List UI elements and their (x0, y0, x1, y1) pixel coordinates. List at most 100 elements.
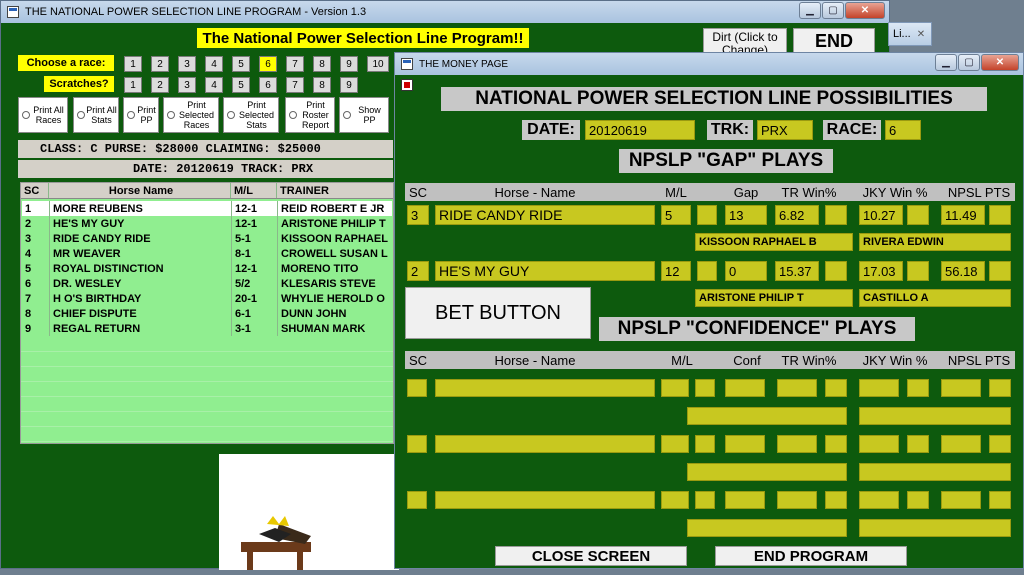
option-print-roster-report[interactable]: Print Roster Report (285, 97, 335, 133)
horse-grid-header: SC Horse Name M/L TRAINER (21, 183, 393, 199)
gap2-name: HE'S MY GUY (435, 261, 655, 281)
scratch-button-7[interactable]: 7 (286, 77, 304, 93)
conf2-b1 (695, 435, 715, 453)
conf1-b3 (907, 379, 929, 397)
race-label: RACE: (823, 120, 881, 140)
money-titlebar[interactable]: THE MONEY PAGE ▁ ▢ ✕ (395, 53, 1023, 75)
gap2-blank3 (907, 261, 929, 281)
close-button[interactable]: ✕ (845, 2, 885, 19)
gap1-sc: 3 (407, 205, 429, 225)
option-print-pp[interactable]: Print PP (123, 97, 159, 133)
col-horse-name: Horse Name (49, 183, 231, 198)
minimize-button[interactable]: ▁ (799, 2, 821, 19)
conf2-ml (661, 435, 689, 453)
conf-col-name: Horse - Name (494, 352, 576, 368)
logo-image (219, 454, 399, 570)
conf1-trainer (687, 407, 847, 425)
option-print-selected-stats[interactable]: Print Selected Stats (223, 97, 279, 133)
table-row[interactable]: 7 H O'S BIRTHDAY 20-1 WHYLIE HEROLD O (22, 291, 392, 306)
conf3-jky (859, 491, 899, 509)
scratch-button-4[interactable]: 4 (205, 77, 223, 93)
scratch-button-2[interactable]: 2 (151, 77, 169, 93)
race-button-7[interactable]: 7 (286, 56, 304, 72)
table-row[interactable]: 9 REGAL RETURN 3-1 SHUMAN MARK (22, 321, 392, 336)
gap2-gap: 0 (725, 261, 767, 281)
money-page-window: THE MONEY PAGE ▁ ▢ ✕ NATIONAL POWER SELE… (394, 52, 1024, 569)
gap2-jockey: CASTILLO A (859, 289, 1011, 307)
bet-button[interactable]: BET BUTTON (405, 287, 591, 339)
radio-icon (127, 111, 135, 119)
option-show-pp[interactable]: Show PP (339, 97, 389, 133)
gap-col-name: Horse - Name (494, 184, 576, 200)
money-close-button[interactable]: ✕ (981, 54, 1019, 71)
table-row[interactable]: 5 ROYAL DISTINCTION 12-1 MORENO TITO (22, 261, 392, 276)
radio-icon (227, 111, 235, 119)
race-button-3[interactable]: 3 (178, 56, 196, 72)
conf1-conf (725, 379, 765, 397)
scratch-button-3[interactable]: 3 (178, 77, 196, 93)
conf1-sc (407, 379, 427, 397)
maximize-button[interactable]: ▢ (822, 2, 844, 19)
tab-close-icon[interactable]: ✕ (917, 29, 925, 40)
surface-toggle-button[interactable]: Dirt (Click to Change) (703, 28, 787, 54)
scratch-button-8[interactable]: 8 (313, 77, 331, 93)
table-row[interactable]: 2 HE'S MY GUY 12-1 ARISTONE PHILIP T (22, 216, 392, 231)
radio-icon (77, 111, 85, 119)
gap1-ml: 5 (661, 205, 691, 225)
race-button-4[interactable]: 4 (205, 56, 223, 72)
conf3-name (435, 491, 655, 509)
race-button-6[interactable]: 6 (259, 56, 277, 72)
tab-label: Li... (893, 28, 911, 40)
table-row[interactable]: 4 MR WEAVER 8-1 CROWELL SUSAN L (22, 246, 392, 261)
conf3-jockey (859, 519, 1011, 537)
conf3-conf (725, 491, 765, 509)
table-row[interactable]: 6 DR. WESLEY 5/2 KLESARIS STEVE (22, 276, 392, 291)
gap2-sc: 2 (407, 261, 429, 281)
race-button-8[interactable]: 8 (313, 56, 331, 72)
gap1-gap: 13 (725, 205, 767, 225)
close-screen-button[interactable]: CLOSE SCREEN (495, 546, 687, 566)
possibilities-heading: NATIONAL POWER SELECTION LINE POSSIBILIT… (441, 87, 987, 111)
conf3-sc (407, 491, 427, 509)
scratch-button-6[interactable]: 6 (259, 77, 277, 93)
gap-col-ml: M/L (665, 184, 687, 200)
race-button-5[interactable]: 5 (232, 56, 250, 72)
conf2-tr (777, 435, 817, 453)
race-button-10[interactable]: 10 (367, 56, 389, 72)
option-print-selected-races[interactable]: Print Selected Races (163, 97, 219, 133)
table-row[interactable]: 3 RIDE CANDY RIDE 5-1 KISSOON RAPHAEL (22, 231, 392, 246)
gap-col-jky: JKY Win % (862, 184, 928, 200)
col-sc: SC (21, 183, 49, 198)
gap1-name: RIDE CANDY RIDE (435, 205, 655, 225)
end-program-button[interactable]: END PROGRAM (715, 546, 907, 566)
radio-icon (289, 111, 297, 119)
main-window-title: THE NATIONAL POWER SELECTION LINE PROGRA… (25, 6, 367, 18)
conf1-b2 (825, 379, 847, 397)
conf2-b4 (989, 435, 1011, 453)
conf2-npsl (941, 435, 981, 453)
main-titlebar[interactable]: THE NATIONAL POWER SELECTION LINE PROGRA… (1, 1, 889, 23)
table-row[interactable]: 1 MORE REUBENS 12-1 REID ROBERT E JR (22, 201, 392, 216)
gap2-jky: 17.03 (859, 261, 903, 281)
scratch-button-5[interactable]: 5 (232, 77, 250, 93)
money-window-title: THE MONEY PAGE (419, 58, 509, 70)
conf2-b3 (907, 435, 929, 453)
scratch-button-1[interactable]: 1 (124, 77, 142, 93)
background-window-tab[interactable]: Li... ✕ (888, 22, 932, 46)
gap-col-npsl: NPSL PTS (947, 184, 1011, 200)
table-row[interactable]: 8 CHIEF DISPUTE 6-1 DUNN JOHN (22, 306, 392, 321)
option-print-all-races[interactable]: Print All Races (18, 97, 68, 133)
conf-col-ml: M/L (671, 352, 693, 368)
money-maximize-button[interactable]: ▢ (958, 54, 980, 71)
scratch-button-9[interactable]: 9 (340, 77, 358, 93)
race-button-9[interactable]: 9 (340, 56, 358, 72)
money-icon (401, 79, 413, 91)
end-button[interactable]: END (793, 28, 875, 54)
conf-col-jky: JKY Win % (862, 352, 928, 368)
option-print-all-stats[interactable]: Print All Stats (73, 97, 119, 133)
gap1-jky: 10.27 (859, 205, 903, 225)
gap1-blank4 (989, 205, 1011, 225)
race-button-1[interactable]: 1 (124, 56, 142, 72)
race-button-2[interactable]: 2 (151, 56, 169, 72)
money-minimize-button[interactable]: ▁ (935, 54, 957, 71)
